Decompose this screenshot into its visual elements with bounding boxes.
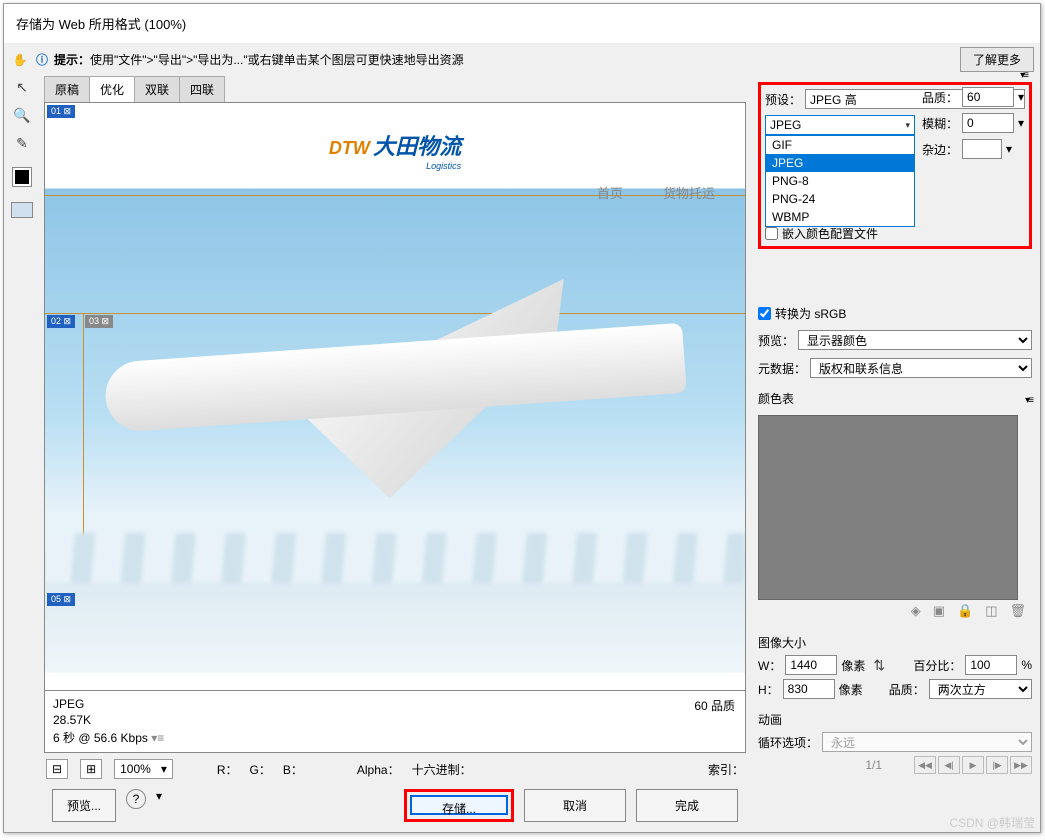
color-table <box>758 415 1018 600</box>
imagesize-title: 图像大小 <box>758 634 806 651</box>
b-readout: B： <box>283 761 303 778</box>
anim-title: 动画 <box>758 711 1032 728</box>
preview-nav: 首页货物托运 <box>557 183 715 202</box>
width-input[interactable] <box>785 655 837 675</box>
slice-05-tag[interactable]: 05 ⊠ <box>47 593 75 606</box>
ct-new-icon[interactable]: ◫ <box>985 603 997 619</box>
anim-prev-button[interactable]: ◀| <box>938 756 960 774</box>
zoom-select[interactable]: 100%▾ <box>114 759 173 779</box>
zoom-plus-button[interactable]: ⊞ <box>80 759 102 779</box>
anim-last-button[interactable]: ▶▶ <box>1010 756 1032 774</box>
tab-4up[interactable]: 四联 <box>179 76 225 102</box>
preview-mode-label: 预览： <box>758 332 794 349</box>
colortable-title: 颜色表 <box>758 390 794 407</box>
r-readout: R： <box>217 761 238 778</box>
index-readout: 索引： <box>708 761 744 778</box>
metadata-select[interactable]: 版权和联系信息 <box>810 358 1032 378</box>
resample-select[interactable]: 两次立方 <box>929 679 1032 699</box>
hand-icon[interactable]: ✋ <box>10 53 30 67</box>
link-icon[interactable]: ⇅ <box>869 657 889 674</box>
window-title: 存储为 Web 所用格式 (100%) <box>4 4 1040 43</box>
status-quality: 60 品质 <box>694 697 735 714</box>
format-option-wbmp[interactable]: WBMP <box>766 208 914 226</box>
save-button[interactable]: 存储... <box>410 795 508 815</box>
alpha-readout: Alpha： <box>357 761 400 778</box>
watermark: CSDN @韩瑞莹 <box>949 814 1035 831</box>
device-preview-icon[interactable] <box>11 202 33 218</box>
embed-profile-checkbox[interactable]: 嵌入颜色配置文件 <box>765 225 878 242</box>
quality-input[interactable] <box>962 87 1014 107</box>
tab-2up[interactable]: 双联 <box>134 76 180 102</box>
hex-readout: 十六进制： <box>412 761 472 778</box>
slice-01-tag[interactable]: 01 ⊠ <box>47 105 75 118</box>
srgb-checkbox[interactable]: 转换为 sRGB <box>758 305 846 322</box>
tip-text: 使用"文件">"导出">"导出为..."或右键单击某个图层可更快速地导出资源 <box>90 53 464 67</box>
status-filesize: 28.57K <box>53 713 737 727</box>
g-readout: G： <box>250 761 271 778</box>
color-swatch[interactable] <box>13 168 31 186</box>
tab-optimized[interactable]: 优化 <box>89 76 135 102</box>
tip-label: 提示： <box>54 53 90 67</box>
blur-input[interactable] <box>962 113 1014 133</box>
anim-play-button[interactable]: ▶ <box>962 756 984 774</box>
browser-preview-icon[interactable]: ? <box>126 789 146 809</box>
format-option-png24[interactable]: PNG-24 <box>766 190 914 208</box>
zoom-minus-button[interactable]: ⊟ <box>46 759 68 779</box>
ct-lock-icon[interactable]: 🔒 <box>957 603 973 619</box>
slice-02-tag[interactable]: 02 ⊠ <box>47 315 75 328</box>
status-dltime: 6 秒 @ 56.6 Kbps <box>53 731 148 745</box>
eyedropper-tool-icon[interactable]: ✎ <box>10 132 34 154</box>
format-option-png8[interactable]: PNG-8 <box>766 172 914 190</box>
format-option-jpeg[interactable]: JPEG <box>766 154 914 172</box>
metadata-label: 元数据： <box>758 360 806 377</box>
anim-next-button[interactable]: |▶ <box>986 756 1008 774</box>
zoom-tool-icon[interactable]: 🔍 <box>10 104 34 126</box>
done-button[interactable]: 完成 <box>636 789 738 822</box>
colortable-menu-icon[interactable] <box>1025 395 1032 406</box>
ct-diamond-icon[interactable]: ◈ <box>911 603 921 619</box>
percent-input[interactable] <box>965 655 1017 675</box>
preview-canvas[interactable]: 01 ⊠ 02 ⊠ 03 ⊠ 05 ⊠ DTW 大田物流 Logistics 首… <box>44 102 746 691</box>
preview-button[interactable]: 预览... <box>52 789 116 822</box>
status-format: JPEG <box>53 697 737 711</box>
ct-square-icon[interactable]: ▣ <box>933 603 945 619</box>
tab-original[interactable]: 原稿 <box>44 76 90 102</box>
panel-menu-icon[interactable] <box>1020 76 1027 81</box>
ct-trash-icon[interactable]: 🗑 <box>1009 603 1026 619</box>
slice-03-tag[interactable]: 03 ⊠ <box>85 315 113 328</box>
pointer-tool-icon[interactable]: ↖ <box>10 76 34 98</box>
anim-page: 1/1 <box>865 758 882 772</box>
height-input[interactable] <box>783 679 835 699</box>
preview-logo: DTW 大田物流 Logistics <box>329 129 461 171</box>
info-icon: ⓘ <box>36 51 48 68</box>
format-select[interactable]: JPEG GIF JPEG PNG-8 PNG-24 WBMP <box>765 115 915 135</box>
matte-select[interactable] <box>962 139 1002 159</box>
preset-label: 预设： <box>765 91 801 108</box>
anim-first-button[interactable]: ◀◀ <box>914 756 936 774</box>
cancel-button[interactable]: 取消 <box>524 789 626 822</box>
learn-more-button[interactable]: 了解更多 <box>960 47 1034 72</box>
loop-select[interactable]: 永远 <box>822 732 1032 752</box>
format-option-gif[interactable]: GIF <box>766 136 914 154</box>
preview-mode-select[interactable]: 显示器颜色 <box>798 330 1032 350</box>
status-bar: JPEG 28.57K 6 秒 @ 56.6 Kbps ▾≡ 60 品质 <box>44 691 746 753</box>
